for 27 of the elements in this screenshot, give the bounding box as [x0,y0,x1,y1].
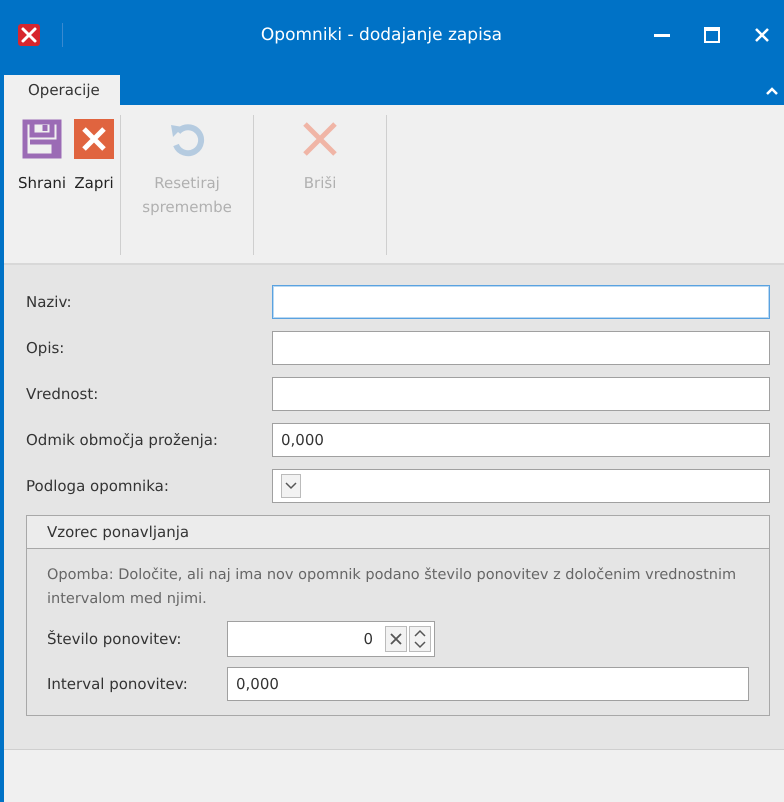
field-label: Odmik območja proženja: [26,431,219,449]
field-label: Podloga opomnika: [26,477,170,495]
ribbon-tab[interactable]: Operacije [4,75,120,105]
close-icon[interactable] [754,27,770,43]
field-label: Naziv: [26,293,73,311]
chevron-down-icon[interactable] [281,474,301,498]
close-button[interactable]: Zapri [70,115,118,199]
x-icon [74,119,114,159]
up-down-arrows-icon[interactable] [409,626,431,652]
collapse-icon[interactable] [766,87,778,95]
text-field[interactable] [272,285,770,319]
save-button[interactable]: Shrani [14,115,70,199]
text-field[interactable]: 0,000 [272,423,770,457]
maximize-icon[interactable] [704,27,720,43]
group-header: Vzorec ponavljanja [27,516,769,549]
text-field[interactable]: 0,000 [227,667,749,701]
dropdown-field[interactable] [272,469,770,503]
window-title: Opomniki - dodajanje zapisa [260,25,504,45]
number-spinner[interactable]: 0 [227,621,435,657]
note-text: Opomba: Določite, ali naj ima nov opomnik podano število ponovitev z določenim vrednostnim intervalom med njimi. [47,566,738,609]
field-label: Število ponovitev: [47,630,182,648]
field-label: Interval ponovitev: [47,675,189,693]
text-field[interactable] [272,377,770,411]
field-label: Vrednost: [26,385,100,403]
text-field[interactable] [272,331,770,365]
field-label: Opis: [26,339,66,357]
clear-icon[interactable] [385,626,407,652]
